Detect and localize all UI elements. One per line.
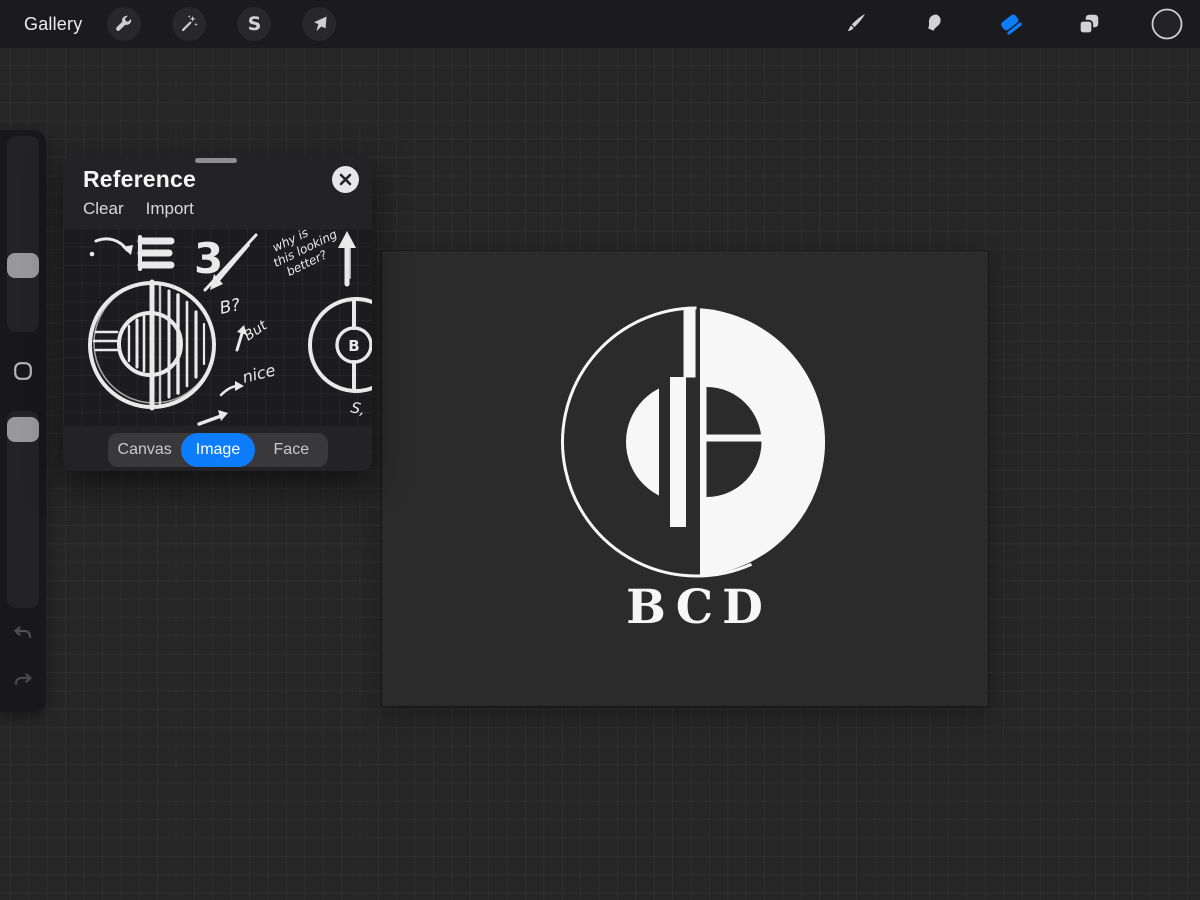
redo-icon — [11, 670, 35, 694]
color-button[interactable] — [1147, 4, 1187, 44]
reference-actions: Clear Import — [83, 199, 194, 219]
smudge-icon — [920, 11, 946, 37]
panel-drag-handle[interactable] — [195, 158, 237, 163]
sketch-s-mark: S, — [349, 398, 367, 419]
reference-tab-bar: Canvas Image Face — [108, 433, 328, 467]
brush-icon — [842, 11, 868, 37]
wrench-icon — [113, 13, 135, 35]
modify-square-icon — [12, 360, 34, 382]
brush-size-handle[interactable] — [7, 253, 39, 278]
import-button[interactable]: Import — [146, 199, 194, 219]
sketch-number: 3 — [194, 234, 223, 283]
smudge-tool-button[interactable] — [913, 4, 953, 44]
reference-panel: Reference Clear Import — [63, 155, 372, 471]
magic-wand-icon — [178, 13, 200, 35]
sketch-b-question: B? — [218, 295, 242, 319]
transform-button[interactable] — [302, 7, 336, 41]
reference-sketch: 3 B? But nice why is this looking better… — [63, 228, 372, 426]
drawing-canvas[interactable]: BCD — [382, 251, 988, 706]
selection-s-icon: S — [248, 13, 262, 35]
tab-canvas[interactable]: Canvas — [108, 433, 181, 467]
procreate-app: { "toolbar": { "gallery_label": "Gallery… — [0, 0, 1200, 900]
close-x-icon — [339, 173, 352, 186]
top-toolbar: Gallery S — [0, 0, 1200, 48]
opacity-handle[interactable] — [7, 417, 39, 442]
selection-button[interactable]: S — [237, 7, 271, 41]
transform-arrow-icon — [308, 13, 330, 35]
color-swatch-icon — [1150, 7, 1184, 41]
adjustments-button[interactable] — [172, 7, 206, 41]
sketch-inner-b: B — [348, 337, 359, 355]
brush-sidebar — [0, 130, 46, 712]
redo-button[interactable] — [0, 667, 46, 697]
gallery-button[interactable]: Gallery — [24, 14, 82, 35]
bcd-logo: BCD — [382, 251, 988, 706]
sketch-nice: nice — [240, 360, 277, 387]
clear-button[interactable]: Clear — [83, 199, 124, 219]
sketch-but: But — [241, 317, 270, 344]
modify-button[interactable] — [0, 358, 46, 384]
layers-icon — [1076, 11, 1102, 37]
reference-panel-title: Reference — [83, 166, 196, 193]
tab-face[interactable]: Face — [255, 433, 328, 467]
layers-button[interactable] — [1069, 4, 1109, 44]
actions-button[interactable] — [107, 7, 141, 41]
undo-icon — [11, 623, 35, 647]
undo-button[interactable] — [0, 620, 46, 650]
eraser-tool-button[interactable] — [991, 4, 1031, 44]
brush-size-slider[interactable] — [7, 136, 39, 332]
reference-image[interactable]: 3 B? But nice why is this looking better… — [63, 228, 372, 426]
eraser-icon — [997, 10, 1025, 38]
tab-image[interactable]: Image — [181, 433, 254, 467]
logo-wordmark: BCD — [626, 580, 772, 635]
close-button[interactable] — [332, 166, 359, 193]
paint-tools — [835, 0, 1200, 48]
brush-tool-button[interactable] — [835, 4, 875, 44]
